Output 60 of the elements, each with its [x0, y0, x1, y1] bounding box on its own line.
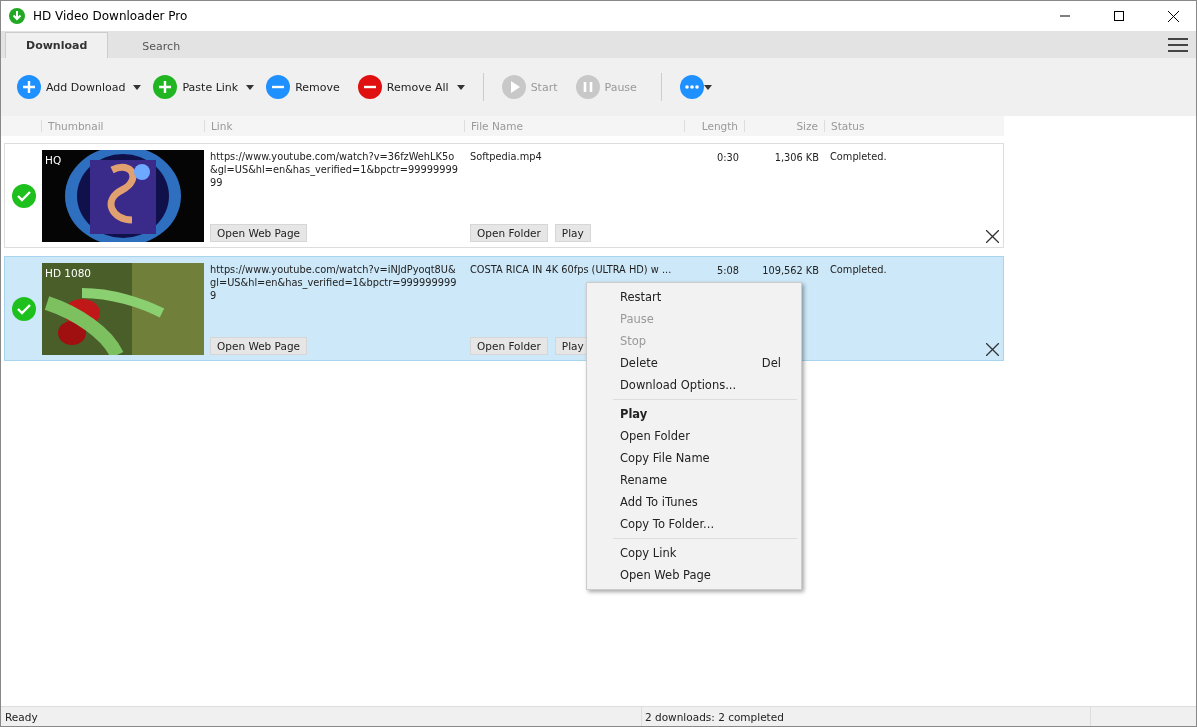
more-icon: [679, 75, 704, 99]
minus-icon: [357, 75, 382, 99]
close-icon[interactable]: [1167, 10, 1179, 22]
tab[interactable]: Download: [5, 32, 109, 58]
download-count: 2 downloads: 2 completed: [641, 707, 1091, 726]
column-header: File Name: [464, 120, 684, 132]
menu-item[interactable]: Play: [587, 403, 801, 425]
menu-item[interactable]: Rename: [587, 469, 801, 491]
open-folder-button[interactable]: Open Folder: [470, 224, 548, 242]
caret-icon[interactable]: [703, 84, 712, 90]
link-text: https://www.youtube.com/watch?v=iNJdPyoqt8U&gl=US&hl=en&has_verified=1&bpctr=9999999999: [210, 263, 458, 302]
file-name: COSTA RICA IN 4K 60fps (ULTRA HD) w ...: [470, 263, 673, 276]
status-text: Completed.: [830, 150, 888, 163]
menu-item[interactable]: Copy To Folder...: [587, 513, 801, 535]
open-folder-button[interactable]: Open Folder: [470, 337, 548, 355]
size-text: 1,306 KB: [774, 152, 819, 163]
close-icon[interactable]: [986, 343, 999, 356]
plus-icon: [17, 75, 41, 99]
column-header: Length: [684, 120, 744, 132]
play-button[interactable]: Play: [554, 224, 591, 242]
download-logo-icon: [9, 8, 25, 24]
tab[interactable]: Search: [108, 34, 215, 58]
status-text: Ready: [4, 710, 39, 723]
minus-icon: [266, 75, 291, 99]
menu-item[interactable]: Add To iTunes: [587, 491, 801, 513]
menu-icon[interactable]: [1168, 37, 1188, 53]
menu-item[interactable]: Download Options...: [587, 374, 801, 396]
link-text: https://www.youtube.com/watch?v=36fzWehLK5o&gl=US&hl=en&has_verified=1&bpctr=9999999999: [210, 150, 459, 189]
quality-label: HD 1080: [45, 267, 92, 279]
file-name: Softpedia.mp4: [470, 150, 543, 163]
length-text: 5:08: [717, 265, 739, 276]
toolbar-button[interactable]: Add Download: [15, 72, 128, 102]
length-text: 0:30: [717, 152, 739, 163]
maximize-icon[interactable]: [1114, 11, 1124, 21]
close-icon[interactable]: [986, 230, 999, 243]
size-text: 109,562 KB: [762, 265, 819, 276]
caret-icon[interactable]: [246, 84, 255, 90]
toolbar-button[interactable]: Remove: [264, 72, 342, 102]
status-text: Completed.: [830, 263, 888, 276]
play-icon: [501, 75, 526, 99]
caret-icon[interactable]: [456, 84, 465, 90]
plus-icon: [153, 75, 178, 99]
download-row[interactable]: HQ https://www.youtube.com/watch?v=36fzWehLK5o&gl=US&hl=en&has_verified=1&bpctr=9999999999 Open Web Page Softpedia.mp4 Open Folder Play 0:30 1,306 KB Completed.: [4, 143, 1004, 248]
toolbar-button[interactable]: Remove All: [355, 72, 451, 102]
column-header: Thumbnail: [41, 120, 204, 132]
column-header: Status: [824, 120, 1004, 132]
quality-label: HQ: [45, 154, 62, 166]
menu-item[interactable]: Open Web Page: [587, 564, 801, 586]
column-header: Size: [744, 120, 824, 132]
open-web-page-button[interactable]: Open Web Page: [210, 337, 308, 355]
menu-item[interactable]: Copy File Name: [587, 447, 801, 469]
toolbar-button[interactable]: Paste Link: [151, 72, 241, 102]
open-web-page-button[interactable]: Open Web Page: [210, 224, 308, 242]
pause-icon: [575, 75, 600, 99]
menu-item[interactable]: Open Folder: [587, 425, 801, 447]
column-header: Link: [204, 120, 464, 132]
window-title: HD Video Downloader Pro: [33, 9, 189, 23]
caret-icon[interactable]: [133, 84, 142, 90]
menu-item[interactable]: Copy Link: [587, 542, 801, 564]
menu-item[interactable]: Restart: [587, 286, 801, 308]
